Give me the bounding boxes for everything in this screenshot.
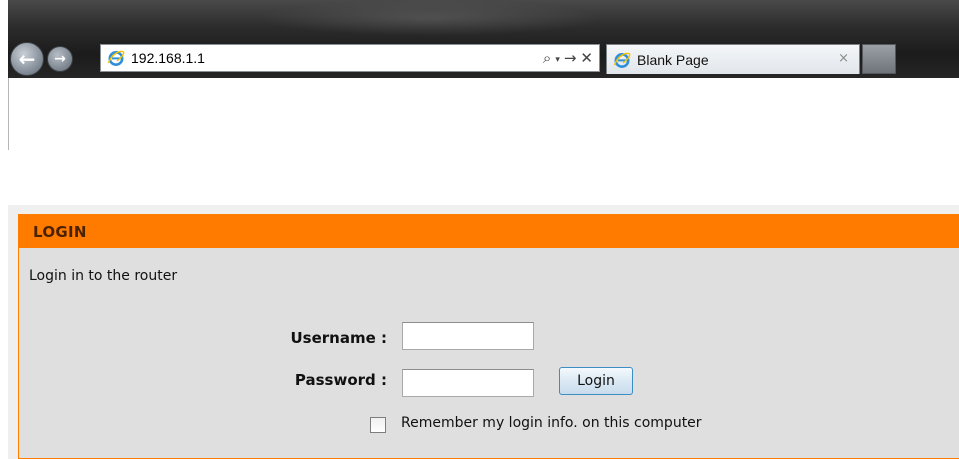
password-input[interactable] (402, 369, 534, 397)
tab-blank-page[interactable]: Blank Page × (606, 44, 860, 74)
search-icon[interactable]: ⌕ (543, 49, 551, 67)
window-edge (0, 0, 8, 150)
address-actions: ⌕ ▾ → ✕ (543, 47, 593, 69)
back-button[interactable]: ← (10, 42, 44, 76)
forward-arrow-icon: → (54, 51, 66, 67)
back-arrow-icon: ← (18, 47, 36, 71)
close-icon[interactable]: ✕ (580, 49, 593, 67)
internet-explorer-icon (107, 50, 125, 66)
tab-close-icon[interactable]: × (838, 51, 849, 66)
url-text[interactable]: 192.168.1.1 (131, 50, 205, 66)
go-arrow-icon[interactable]: → (564, 49, 577, 67)
login-button[interactable]: Login (559, 367, 633, 395)
username-label: Username : (290, 329, 387, 347)
login-title: LOGIN (33, 222, 87, 241)
new-tab-button[interactable] (862, 44, 896, 74)
internet-explorer-icon (613, 52, 631, 68)
login-header: LOGIN (19, 215, 959, 248)
forward-button[interactable]: → (47, 46, 73, 72)
page-content-area (8, 78, 959, 150)
password-label: Password : (294, 371, 387, 389)
username-input[interactable] (402, 322, 534, 350)
remember-me-checkbox[interactable] (370, 417, 386, 433)
login-panel: LOGIN Login in to the router Username : … (18, 214, 959, 459)
chevron-down-icon[interactable]: ▾ (555, 55, 560, 65)
remember-me-label[interactable]: Remember my login info. on this computer (401, 415, 702, 431)
tab-title: Blank Page (637, 51, 709, 68)
login-subtitle: Login in to the router (29, 268, 178, 284)
browser-window: ← → 192.168.1.1 ⌕ ▾ → ✕ Blank Page × (0, 0, 959, 150)
address-bar[interactable]: 192.168.1.1 ⌕ ▾ → ✕ (100, 44, 600, 72)
